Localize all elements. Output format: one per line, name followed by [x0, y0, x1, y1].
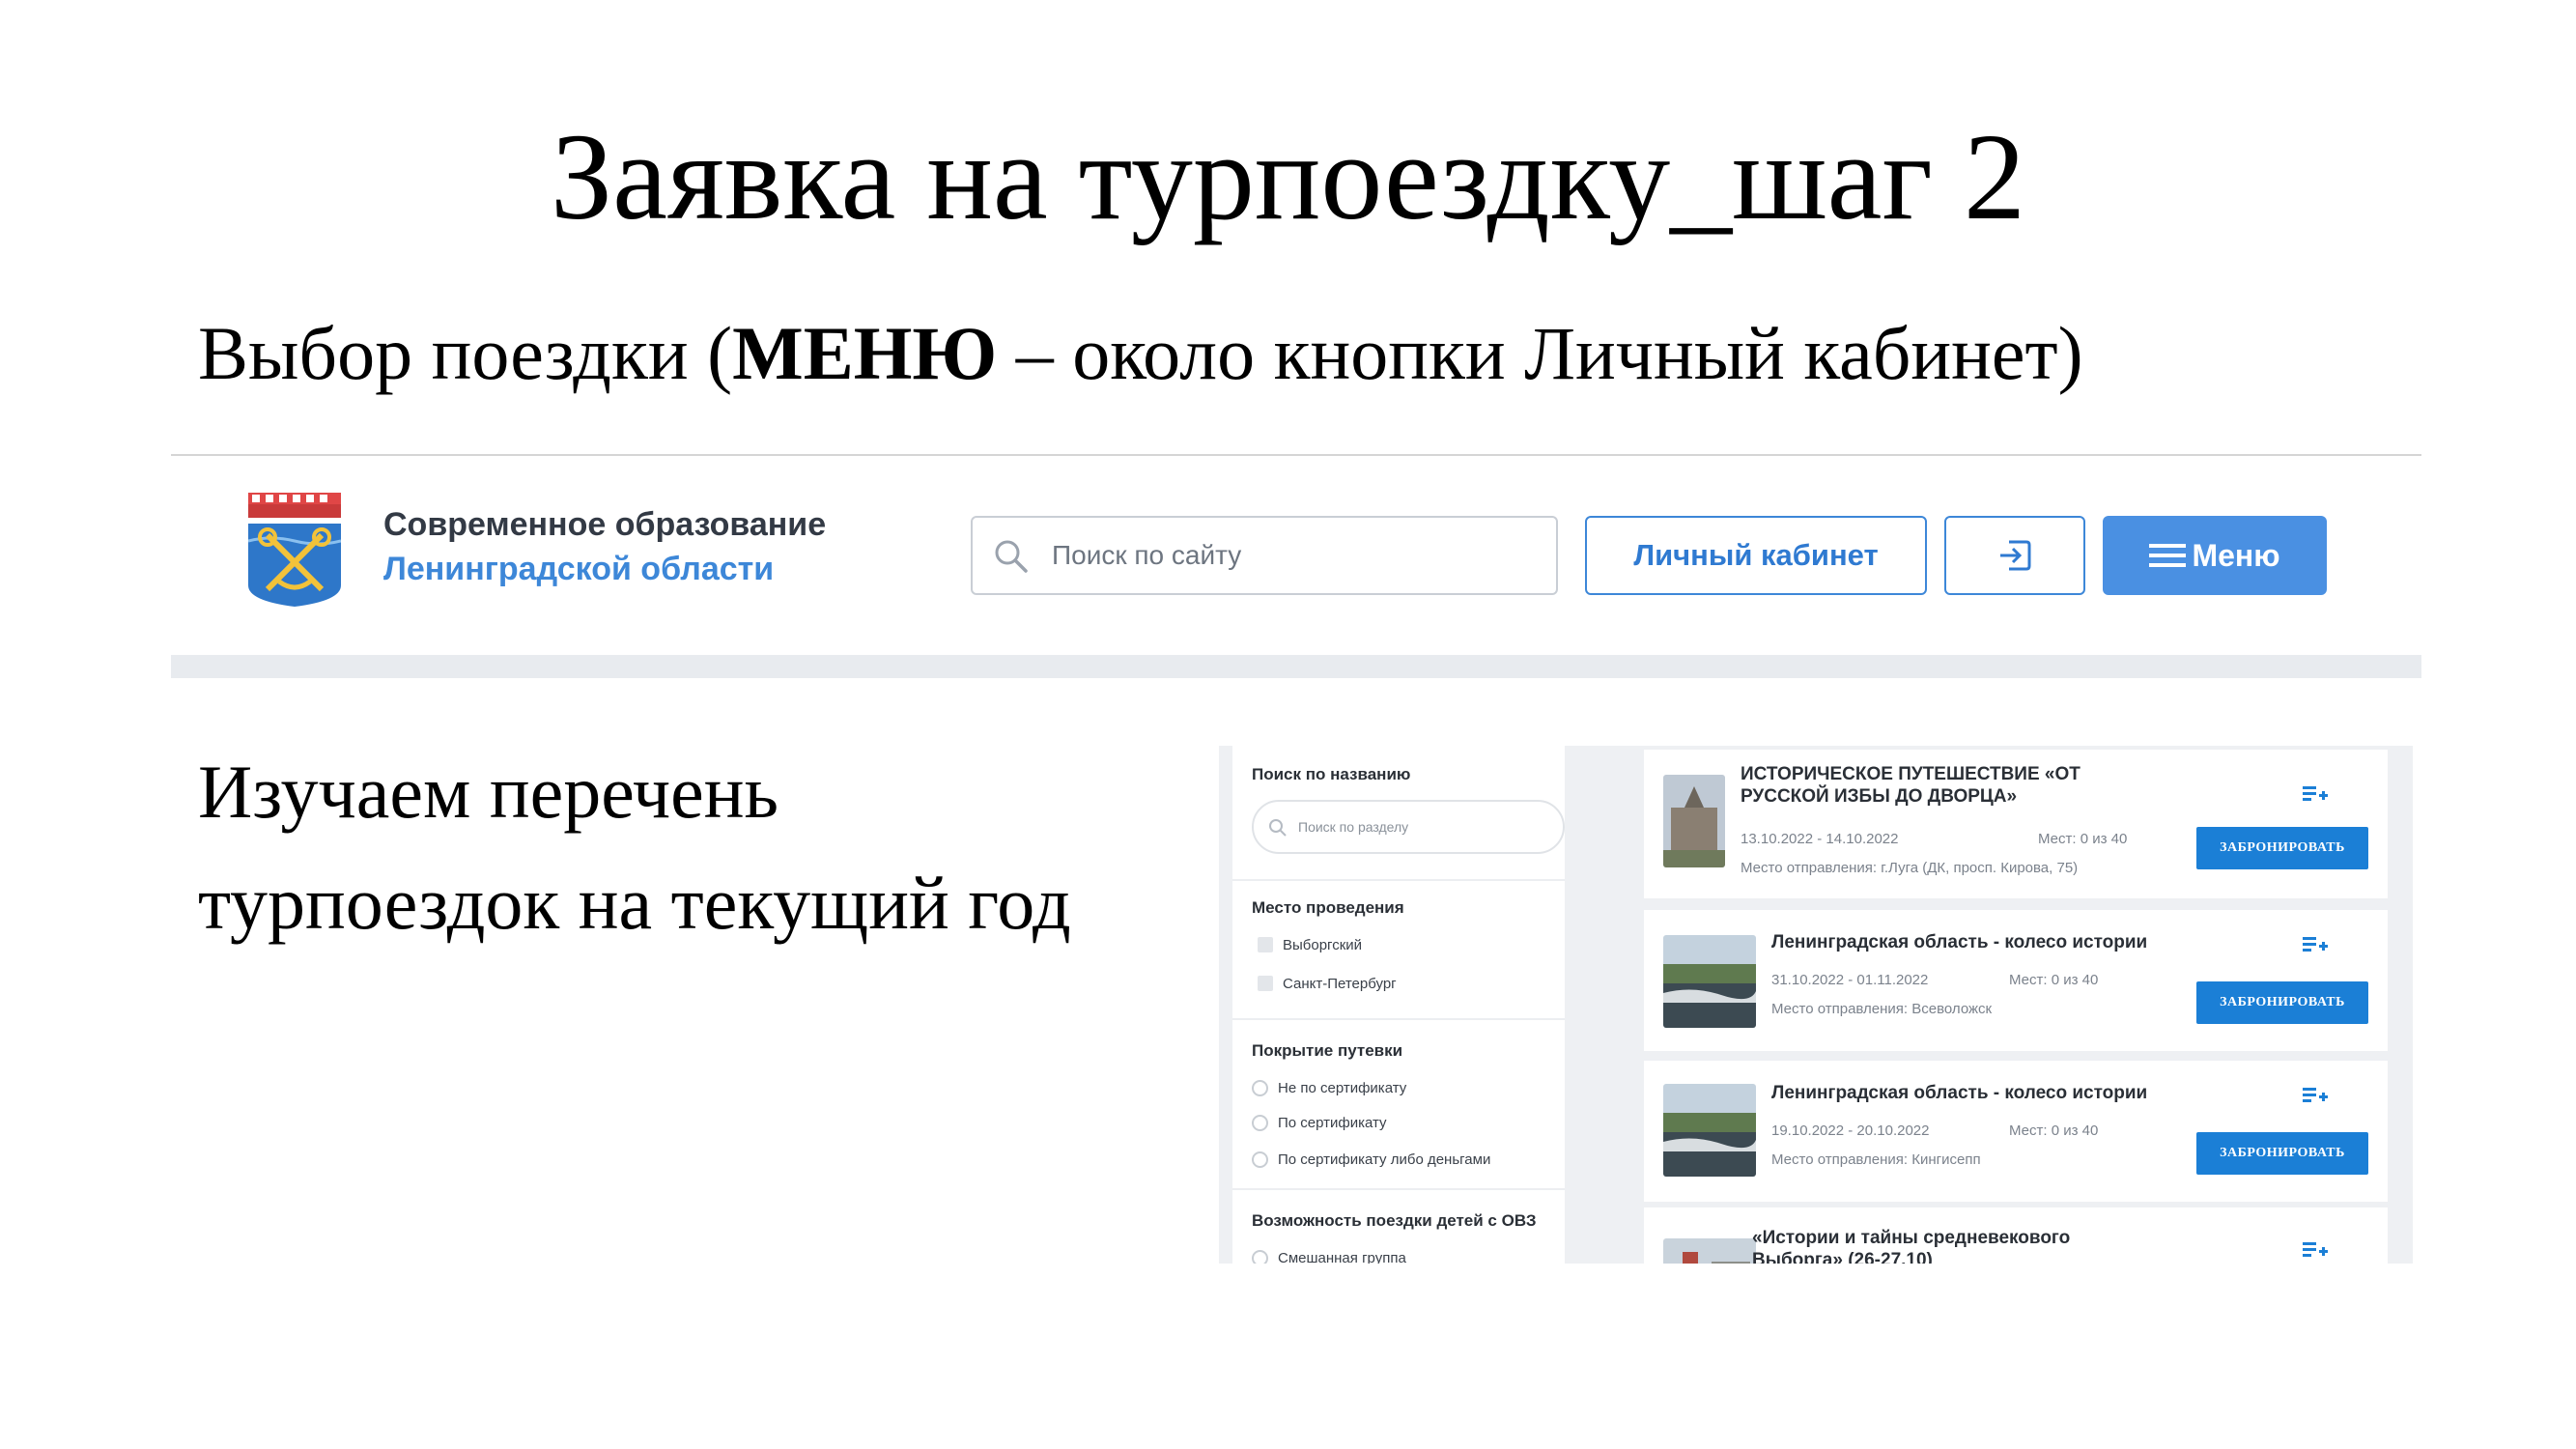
filter-divider — [1232, 1018, 1565, 1020]
subtitle-bold-menu: МЕНЮ — [732, 311, 998, 395]
hamburger-icon — [2149, 544, 2187, 567]
coverage-option[interactable]: По сертификату — [1252, 1113, 1387, 1132]
filter-search-box[interactable] — [1252, 800, 1565, 854]
org-name-line-1: Современное образование — [383, 506, 827, 543]
filters-panel: Поиск по названию Место проведения Выбор… — [1232, 746, 1565, 1264]
trip-card[interactable]: ИСТОРИЧЕСКОЕ ПУТЕШЕСТВИЕ «ОТ РУССКОЙ ИЗБ… — [1644, 750, 2388, 898]
coverage-option-label: По сертификату — [1278, 1114, 1387, 1131]
login-arrow-icon — [2000, 540, 2031, 571]
ovz-label: Возможность поездки детей с ОВЗ — [1252, 1211, 1537, 1230]
add-to-list-icon[interactable] — [2303, 935, 2328, 954]
venue-option-label: Выборгский — [1283, 936, 1363, 953]
filter-divider — [1232, 879, 1565, 881]
venue-label: Место проведения — [1252, 898, 1404, 917]
trip-dates: 31.10.2022 - 01.11.2022 — [1771, 972, 1929, 988]
trip-photo-waterfall — [1663, 1084, 1756, 1177]
filter-divider — [1232, 1188, 1565, 1190]
slide-subtitle: Выбор поездки (МЕНЮ – около кнопки Личны… — [198, 307, 2083, 400]
radio[interactable] — [1252, 1249, 1268, 1264]
personal-cabinet-button[interactable]: Личный кабинет — [1585, 516, 1927, 595]
login-button[interactable] — [1944, 516, 2085, 595]
trip-title[interactable]: ИСТОРИЧЕСКОЕ ПУТЕШЕСТВИЕ «ОТ РУССКОЙ ИЗБ… — [1741, 763, 2166, 808]
trip-dates: 19.10.2022 - 20.10.2022 — [1771, 1122, 1930, 1139]
trip-seats: Мест: 0 из 40 — [2009, 972, 2099, 988]
add-to-list-icon[interactable] — [2303, 1240, 2328, 1260]
add-to-list-icon[interactable] — [2303, 1086, 2328, 1105]
radio[interactable] — [1252, 1114, 1268, 1131]
site-search-box[interactable] — [971, 516, 1558, 595]
coverage-option-label: По сертификату либо деньгами — [1278, 1151, 1491, 1168]
trip-list-screenshot: Поиск по названию Место проведения Выбор… — [1219, 746, 2413, 1264]
search-icon — [995, 540, 1028, 573]
trip-title[interactable]: Ленинградская область - колесо истории — [1771, 931, 2196, 953]
book-button[interactable]: ЗАБРОНИРОВАТЬ — [2196, 981, 2368, 1024]
trip-photo-palace — [1663, 775, 1725, 867]
radio[interactable] — [1252, 1079, 1268, 1096]
coverage-option-label: Не по сертификату — [1278, 1079, 1407, 1096]
trip-title[interactable]: Ленинградская область - колесо истории — [1771, 1082, 2196, 1104]
body-line-2: турпоездок на текущий год — [198, 861, 1071, 945]
search-icon — [1269, 819, 1287, 837]
checkbox[interactable] — [1258, 937, 1273, 952]
venue-option[interactable]: Выборгский — [1252, 935, 1362, 954]
subtitle-prefix: Выбор поездки ( — [198, 311, 733, 395]
ovz-option-label: Смешанная группа — [1278, 1249, 1406, 1264]
org-name-line-2: Ленинградской области — [383, 551, 775, 587]
trip-photo-fortress — [1663, 1238, 1756, 1264]
trip-departure-place: Место отправления: Кингисепп — [1771, 1151, 1981, 1168]
ovz-option[interactable]: Смешанная группа — [1252, 1248, 1406, 1264]
trip-departure-place: Место отправления: Всеволожск — [1771, 1001, 1993, 1017]
filter-search-input[interactable] — [1298, 802, 1549, 852]
filter-search-label: Поиск по названию — [1252, 765, 1411, 783]
add-to-list-icon[interactable] — [2303, 784, 2328, 804]
trip-card[interactable]: Ленинградская область - колесо истории 3… — [1644, 910, 2388, 1051]
coverage-option[interactable]: По сертификату либо деньгами — [1252, 1150, 1490, 1169]
book-button[interactable]: ЗАБРОНИРОВАТЬ — [2196, 1132, 2368, 1175]
trip-departure-place: Место отправления: г.Луга (ДК, просп. Ки… — [1741, 860, 2079, 876]
slide-body: Изучаем перечень турпоездок на текущий г… — [198, 736, 1183, 958]
header-bottom-band — [171, 655, 2421, 678]
site-search-input[interactable] — [1052, 518, 1535, 593]
venue-option-label: Санкт-Петербург — [1283, 975, 1397, 992]
trip-dates: 13.10.2022 - 14.10.2022 — [1741, 831, 1899, 847]
site-header-screenshot: Современное образование Ленинградской об… — [171, 454, 2421, 678]
venue-option[interactable]: Санкт-Петербург — [1252, 974, 1397, 993]
menu-button[interactable]: Меню — [2103, 516, 2327, 595]
trip-photo-waterfall — [1663, 935, 1756, 1028]
coat-of-arms-logo — [248, 493, 341, 607]
body-line-1: Изучаем перечень — [198, 750, 779, 834]
radio[interactable] — [1252, 1151, 1268, 1168]
trip-card[interactable]: Ленинградская область - колесо истории 1… — [1644, 1061, 2388, 1202]
book-button[interactable]: ЗАБРОНИРОВАТЬ — [2196, 827, 2368, 869]
subtitle-suffix: – около кнопки Личный кабинет) — [997, 311, 2083, 395]
slide-title: Заявка на турпоездку_шаг 2 — [551, 108, 2025, 245]
trip-seats: Мест: 0 из 40 — [2009, 1122, 2099, 1139]
trip-card[interactable]: «Истории и тайны средневекового Выборга»… — [1644, 1208, 2388, 1264]
trip-seats: Мест: 0 из 40 — [2038, 831, 2128, 847]
menu-label: Меню — [2192, 537, 2280, 573]
trip-title[interactable]: «Истории и тайны средневекового Выборга»… — [1752, 1227, 2138, 1264]
checkbox[interactable] — [1258, 976, 1273, 991]
coverage-label: Покрытие путевки — [1252, 1041, 1403, 1060]
coverage-option[interactable]: Не по сертификату — [1252, 1078, 1406, 1097]
